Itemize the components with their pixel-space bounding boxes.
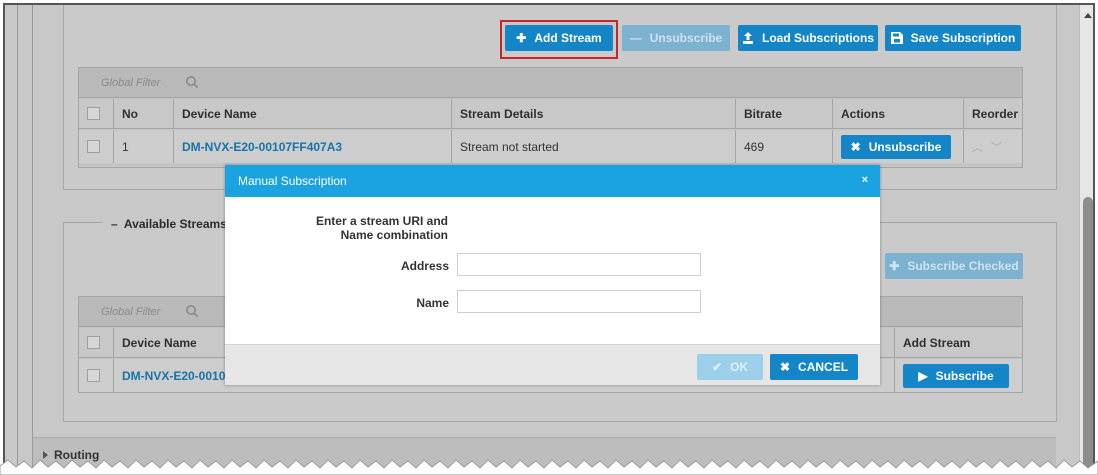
close-icon: ✖	[850, 139, 861, 154]
upload-icon	[742, 32, 753, 44]
subscriptions-table-header: No Device Name Stream Details Bitrate Ac…	[79, 99, 1022, 129]
column-header-device-name[interactable]: Device Name	[173, 99, 451, 128]
dialog-title: Manual Subscription	[238, 174, 347, 188]
subscriptions-table: Global Filter No Device Name Stream Deta…	[78, 67, 1023, 168]
row-number: 1	[113, 130, 173, 163]
available-streams-legend[interactable]: – Available Streams	[103, 217, 235, 231]
save-subscription-button[interactable]: Save Subscription	[885, 25, 1021, 51]
select-all-cell	[79, 328, 113, 357]
search-icon[interactable]	[185, 75, 199, 89]
address-label: Address	[400, 259, 449, 273]
check-icon: ✔	[711, 360, 723, 374]
dialog-footer: ✔ OK ✖ CANCEL	[225, 344, 880, 385]
address-input[interactable]	[457, 253, 701, 276]
collapse-icon: –	[111, 217, 118, 231]
minus-icon: —	[629, 31, 642, 45]
unsubscribe-button[interactable]: — Unsubscribe	[622, 25, 730, 51]
dialog-prompt: Enter a stream URI and Name combination	[315, 214, 448, 242]
manual-subscription-dialog: Manual Subscription × Enter a stream URI…	[225, 165, 880, 385]
column-header-add-stream: Add Stream	[894, 328, 1024, 357]
cancel-button[interactable]: ✖ CANCEL	[770, 354, 858, 380]
actions-cell: ✖ Unsubscribe	[832, 130, 963, 163]
add-stream-cell: ▶ Subscribe	[894, 359, 1024, 392]
save-icon	[890, 32, 903, 44]
device-name-link[interactable]: DM-NVX-E20-00107FF407A3	[173, 130, 451, 163]
page-border-line	[17, 5, 18, 475]
select-all-checkbox[interactable]	[87, 107, 100, 120]
plus-icon: ✚	[889, 259, 900, 273]
select-all-checkbox[interactable]	[87, 336, 100, 349]
dialog-header: Manual Subscription ×	[225, 165, 880, 197]
available-streams-title: Available Streams	[123, 217, 227, 231]
stream-details: Stream not started	[451, 130, 735, 163]
chevron-up-icon[interactable]: ︿	[972, 139, 991, 155]
scroll-thumb[interactable]	[1083, 197, 1093, 475]
reorder-cell: ︿ ﹀	[963, 130, 1024, 163]
row-checkbox[interactable]	[87, 369, 100, 382]
global-filter-input[interactable]: Global Filter	[101, 77, 160, 89]
chevron-down-icon[interactable]: ﹀	[991, 139, 1010, 155]
play-icon: ▶	[918, 368, 928, 383]
search-icon[interactable]	[185, 304, 199, 318]
row-select-cell	[79, 359, 113, 392]
name-input[interactable]	[457, 290, 701, 313]
column-header-actions: Actions	[832, 99, 963, 128]
subscribe-checked-button[interactable]: ✚ Subscribe Checked	[885, 253, 1023, 279]
add-stream-highlight-box	[500, 20, 618, 59]
row-unsubscribe-button[interactable]: ✖ Unsubscribe	[841, 134, 951, 159]
column-header-reorder: Reorder	[963, 99, 1024, 128]
vertical-scrollbar[interactable]	[1079, 5, 1093, 475]
row-checkbox[interactable]	[87, 140, 100, 153]
torn-edge-decoration	[0, 459, 1098, 475]
available-global-filter-input[interactable]: Global Filter	[101, 306, 160, 318]
ok-button[interactable]: ✔ OK	[697, 354, 763, 380]
page-border-line	[32, 5, 33, 475]
column-header-bitrate[interactable]: Bitrate	[735, 99, 832, 128]
name-label: Name	[416, 296, 449, 310]
bitrate-value: 469	[735, 130, 832, 163]
close-icon[interactable]: ×	[862, 174, 868, 186]
row-select-cell	[79, 130, 113, 163]
column-header-stream-details[interactable]: Stream Details	[451, 99, 735, 128]
column-header-no[interactable]: No	[113, 99, 173, 128]
subscriptions-filter-bar: Global Filter	[79, 68, 1022, 98]
table-row: 1 DM-NVX-E20-00107FF407A3 Stream not sta…	[79, 130, 1022, 163]
scroll-up-arrow-icon[interactable]	[1084, 13, 1092, 18]
close-icon: ✖	[779, 360, 791, 374]
subscribe-button[interactable]: ▶ Subscribe	[903, 363, 1009, 388]
select-all-cell	[79, 99, 113, 128]
load-subscriptions-button[interactable]: Load Subscriptions	[738, 25, 878, 51]
